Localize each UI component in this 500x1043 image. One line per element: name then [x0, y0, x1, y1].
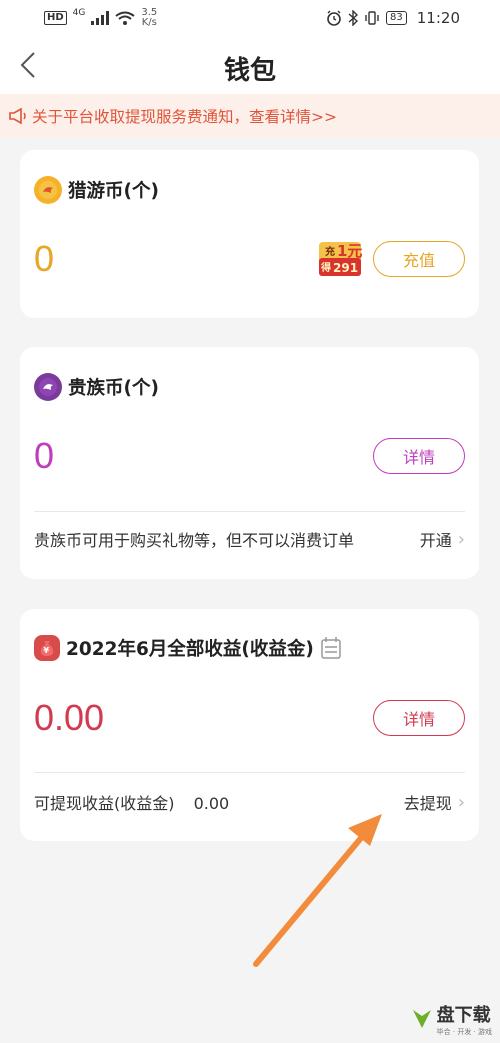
status-bar-right: 83 11:20 — [326, 9, 460, 27]
battery-icon: 83 — [386, 11, 407, 25]
network-type: 4G — [72, 8, 86, 18]
withdraw-label: 去提现 — [403, 794, 452, 813]
chevron-right-icon: › — [457, 528, 465, 550]
recharge-button[interactable]: 充值 — [373, 241, 465, 277]
watermark-sub: 毕合 · 开发 · 游戏 — [436, 1028, 492, 1036]
chevron-right-icon: › — [457, 791, 465, 813]
megaphone-icon — [8, 107, 28, 125]
noble-activate-link[interactable]: 开通 › — [420, 527, 465, 551]
speed-unit: K/s — [141, 17, 157, 28]
status-time: 11:20 — [416, 9, 460, 27]
hunting-coin-header: 猎游币(个) — [34, 176, 159, 204]
noble-coin-card: 贵族币(个) 0 详情 贵族币可用于购买礼物等，但不可以消费订单 开通 › — [20, 347, 479, 579]
promo-line3: 得 — [320, 261, 331, 274]
hunting-coin-icon — [34, 176, 62, 204]
alarm-icon — [327, 10, 341, 26]
hunting-coin-title: 猎游币(个) — [68, 181, 159, 202]
earnings-header: ¥ 2022年6月全部收益(收益金) — [34, 635, 342, 661]
divider — [34, 772, 465, 773]
vibrate-icon — [365, 11, 379, 25]
noble-coin-description: 贵族币可用于购买礼物等，但不可以消费订单 — [34, 531, 355, 550]
withdrawable-label: 可提现收益(收益金) — [34, 794, 175, 813]
hunting-coin-value: 0 — [34, 238, 55, 279]
money-bag-icon: ¥ — [34, 635, 60, 661]
earnings-title: 2022年6月全部收益(收益金) — [66, 639, 314, 660]
earnings-value: 0.00 — [34, 697, 105, 738]
status-bar: HD 4G 3.5 K/s 83 11:20 — [0, 0, 500, 36]
watermark-icon — [412, 1010, 431, 1028]
earnings-details-button[interactable]: 详情 — [373, 700, 465, 736]
noble-activate-label: 开通 — [419, 531, 452, 550]
noble-coin-footer: 贵族币可用于购买礼物等，但不可以消费订单 开通 › — [34, 527, 465, 551]
signal-icon — [91, 11, 110, 25]
watermark-text: 盘下载 — [436, 1005, 491, 1026]
bluetooth-icon — [348, 10, 359, 26]
hunting-coin-card: 猎游币(个) 0 充 1元 得 291 充值 — [20, 150, 479, 318]
nav-bar: 钱包 — [0, 36, 500, 94]
notice-text: 关于平台收取提现服务费通知，查看详情>> — [32, 108, 337, 126]
wifi-icon — [115, 11, 135, 25]
withdraw-link[interactable]: 去提现 › — [404, 790, 465, 814]
noble-coin-value: 0 — [34, 435, 55, 476]
earnings-card: ¥ 2022年6月全部收益(收益金) 0.00 详情 可提现收益(收益金) 0.… — [20, 609, 479, 841]
network-speed: 3.5 K/s — [141, 8, 157, 28]
promo-line4: 291 — [333, 261, 358, 275]
annotation-arrow-icon — [253, 814, 382, 967]
noble-coin-details-button[interactable]: 详情 — [373, 438, 465, 474]
divider — [34, 511, 465, 512]
promo-line1: 充 — [325, 245, 335, 258]
calendar-icon[interactable] — [320, 636, 342, 660]
svg-text:¥: ¥ — [44, 646, 50, 655]
recharge-promo-badge[interactable]: 充 1元 得 291 — [317, 238, 363, 278]
noble-coin-icon — [34, 373, 62, 401]
notice-banner[interactable]: 关于平台收取提现服务费通知，查看详情>> — [0, 94, 500, 138]
promo-line2: 1元 — [337, 242, 362, 260]
withdrawable-value: 0.00 — [193, 794, 230, 813]
watermark-text-block: 盘下载 毕合 · 开发 · 游戏 — [437, 1001, 492, 1037]
watermark-logo: 盘下载 毕合 · 开发 · 游戏 — [411, 1001, 492, 1037]
noble-coin-header: 贵族币(个) — [34, 373, 159, 401]
noble-coin-title: 贵族币(个) — [68, 378, 159, 399]
page-title: 钱包 — [223, 56, 276, 86]
status-bar-left: HD 4G 3.5 K/s — [44, 8, 157, 28]
hd-indicator: HD — [44, 11, 67, 25]
withdrawable-info: 可提现收益(收益金) 0.00 — [34, 790, 229, 814]
